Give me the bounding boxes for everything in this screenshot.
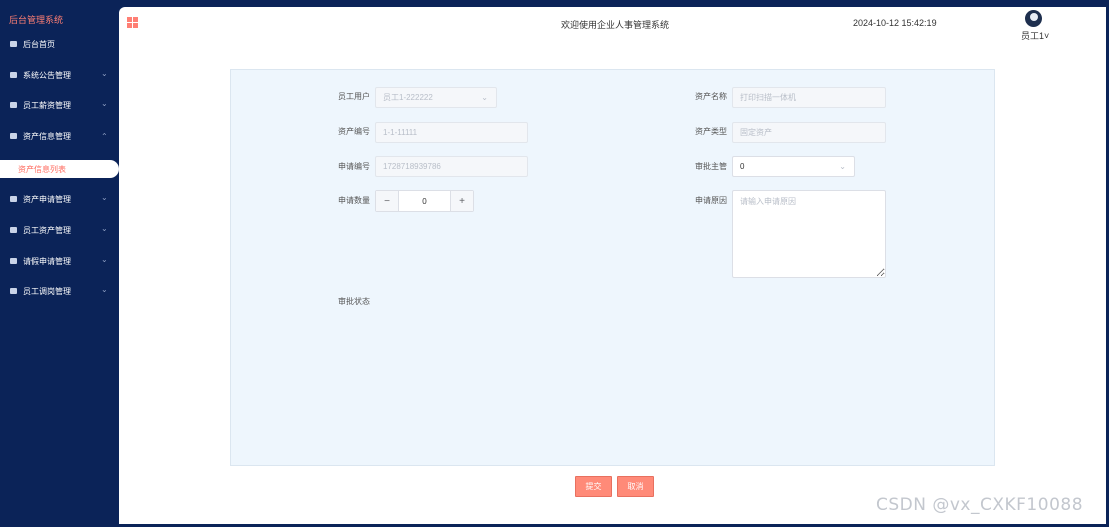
salary-icon xyxy=(10,102,17,108)
user-menu[interactable]: 员工1˅ xyxy=(1021,29,1049,42)
chevron-down-icon: ⌄ xyxy=(101,255,108,264)
cancel-button[interactable]: 取消 xyxy=(617,476,654,497)
sidebar-item-employee-asset[interactable]: 员工资产管理 ⌄ xyxy=(0,221,119,239)
sidebar-item-asset-apply[interactable]: 资产申请管理 ⌄ xyxy=(0,190,119,208)
approver-value: 0 xyxy=(740,162,745,171)
welcome-text: 欢迎使用企业人事管理系统 xyxy=(561,20,670,30)
user-name: 员工1 xyxy=(1021,31,1045,41)
status-label: 审批状态 xyxy=(338,297,370,306)
asset-type-value: 固定资产 xyxy=(740,128,772,137)
asset-no-field[interactable]: 1-1-11111 xyxy=(375,122,528,143)
transfer-icon xyxy=(10,288,17,294)
chevron-down-icon: ⌄ xyxy=(101,224,108,233)
sidebar-item-label: 后台首页 xyxy=(23,39,55,49)
sidebar: 后台管理系统 后台首页 系统公告管理 ⌄ 员工薪资管理 ⌄ 资产信息管理 ⌃ 资… xyxy=(0,0,119,527)
sidebar-item-label: 资产申请管理 xyxy=(23,194,71,204)
employee-select[interactable]: 员工1-222222 ⌄ xyxy=(375,87,497,108)
sidebar-item-asset-info[interactable]: 资产信息管理 ⌃ xyxy=(0,127,119,145)
sidebar-item-label: 员工资产管理 xyxy=(23,225,71,235)
chevron-down-icon: ⌄ xyxy=(481,93,488,102)
chevron-down-icon: ⌄ xyxy=(101,69,108,78)
apply-icon xyxy=(10,196,17,202)
asset-name-label: 资产名称 xyxy=(695,92,727,101)
approver-select[interactable]: 0 ⌄ xyxy=(732,156,855,177)
apply-no-value: 1728718939786 xyxy=(383,162,441,171)
asset-form: 员工用户 员工1-222222 ⌄ 资产名称 打印扫描一体机 资产编号 1-1-… xyxy=(230,69,995,466)
sidebar-item-notice[interactable]: 系统公告管理 ⌄ xyxy=(0,66,119,84)
sidebar-subitem-label: 资产信息列表 xyxy=(18,164,66,174)
main-panel: 欢迎使用企业人事管理系统 2024-10-12 15:42:19 员工1˅ 员工… xyxy=(119,7,1106,524)
brand-title: 后台管理系统 xyxy=(9,15,64,25)
sidebar-item-label: 请假申请管理 xyxy=(23,256,71,266)
avatar[interactable] xyxy=(1025,10,1042,27)
datetime: 2024-10-12 15:42:19 xyxy=(853,18,937,28)
chevron-up-icon: ⌃ xyxy=(101,132,108,141)
quantity-value[interactable]: 0 xyxy=(398,191,451,211)
quantity-label: 申请数量 xyxy=(338,196,370,205)
chevron-down-icon: ˅ xyxy=(1044,31,1050,41)
employee-asset-icon xyxy=(10,227,17,233)
home-icon xyxy=(10,41,17,47)
asset-name-field[interactable]: 打印扫描一体机 xyxy=(732,87,886,108)
leave-icon xyxy=(10,258,17,264)
submit-button[interactable]: 提交 xyxy=(575,476,612,497)
chevron-down-icon: ⌄ xyxy=(101,285,108,294)
apply-no-field[interactable]: 1728718939786 xyxy=(375,156,528,177)
notice-icon xyxy=(10,72,17,78)
employee-value: 员工1-222222 xyxy=(383,93,433,102)
employee-label: 员工用户 xyxy=(338,92,370,101)
decrement-button[interactable]: − xyxy=(376,191,398,211)
asset-icon xyxy=(10,133,17,139)
apply-no-label: 申请编号 xyxy=(338,162,370,171)
watermark: CSDN @vx_CXKF10088 xyxy=(876,495,1084,515)
asset-type-label: 资产类型 xyxy=(695,127,727,136)
asset-no-value: 1-1-11111 xyxy=(383,128,418,137)
sidebar-subitem-asset-list[interactable]: 资产信息列表 xyxy=(0,160,119,178)
asset-no-label: 资产编号 xyxy=(338,127,370,136)
sidebar-item-label: 系统公告管理 xyxy=(23,70,71,80)
reason-label: 申请原因 xyxy=(695,196,727,205)
increment-button[interactable]: + xyxy=(451,191,473,211)
menu-grid-icon[interactable] xyxy=(127,17,138,28)
sidebar-item-transfer[interactable]: 员工调岗管理 ⌄ xyxy=(0,282,119,300)
chevron-down-icon: ⌄ xyxy=(101,99,108,108)
chevron-down-icon: ⌄ xyxy=(839,162,846,171)
sidebar-item-label: 员工调岗管理 xyxy=(23,286,71,296)
sidebar-item-salary[interactable]: 员工薪资管理 ⌄ xyxy=(0,96,119,114)
reason-textarea[interactable] xyxy=(732,190,886,278)
sidebar-item-label: 员工薪资管理 xyxy=(23,100,71,110)
sidebar-item-leave[interactable]: 请假申请管理 ⌄ xyxy=(0,252,119,270)
chevron-down-icon: ⌄ xyxy=(101,193,108,202)
sidebar-item-home[interactable]: 后台首页 xyxy=(0,35,119,53)
quantity-stepper[interactable]: − 0 + xyxy=(375,190,474,212)
sidebar-item-label: 资产信息管理 xyxy=(23,131,71,141)
approver-label: 审批主管 xyxy=(695,162,727,171)
asset-type-field[interactable]: 固定资产 xyxy=(732,122,886,143)
asset-name-value: 打印扫描一体机 xyxy=(740,93,796,102)
